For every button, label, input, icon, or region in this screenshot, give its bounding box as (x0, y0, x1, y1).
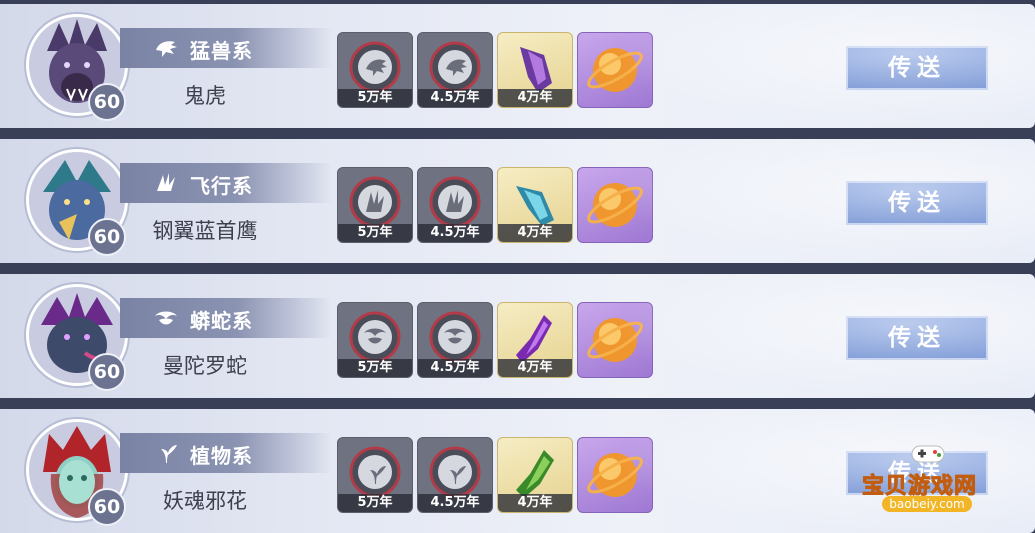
soul-orb-slot[interactable] (577, 167, 653, 243)
spirit-beast-name: 曼陀罗蛇 (163, 354, 247, 378)
spirit-beast-name: 钢翼蓝首鹰 (152, 219, 258, 243)
level-badge: 60 (88, 83, 126, 121)
soul-ring-slot-5w[interactable]: 5万年 (337, 32, 413, 108)
level-badge: 60 (88, 488, 126, 526)
soul-bone-slot-4w[interactable]: 4万年 (497, 167, 573, 243)
plant-sigil-icon (161, 445, 177, 463)
watermark-url: baobeiy.com (882, 496, 972, 512)
slot-label: 4万年 (498, 224, 572, 242)
beast-sigil-icon (156, 41, 177, 57)
slot-label: 4.5万年 (418, 359, 492, 377)
spirit-beast-name: 鬼虎 (184, 84, 226, 108)
orange-soul-orb-icon (587, 183, 643, 227)
soul-ring-slot-4-5w[interactable]: 4.5万年 (417, 302, 493, 378)
type-label: 蟒蛇系 (190, 309, 253, 333)
spirit-beast-name: 妖魂邪花 (163, 489, 247, 513)
soul-orb-slot[interactable] (577, 302, 653, 378)
slot-label: 4万年 (498, 359, 572, 377)
flying-row: 60 飞行系 钢翼蓝首鹰 5万年 4.5万年 4万年 传送 (0, 139, 1035, 263)
soul-bone-slot-4w[interactable]: 4万年 (497, 437, 573, 513)
teleport-button[interactable]: 传送 (846, 46, 988, 90)
slot-label: 5万年 (338, 494, 412, 512)
soul-ring-slot-4-5w[interactable]: 4.5万年 (417, 167, 493, 243)
soul-ring-slot-4-5w[interactable]: 4.5万年 (417, 32, 493, 108)
slot-label: 4.5万年 (418, 224, 492, 242)
soul-orb-slot[interactable] (577, 32, 653, 108)
orange-soul-orb-icon (587, 318, 643, 362)
teleport-button[interactable]: 传送 (846, 316, 988, 360)
type-label: 植物系 (190, 444, 253, 468)
level-badge: 60 (88, 218, 126, 256)
soul-orb-slot[interactable] (577, 437, 653, 513)
soul-ring-slot-5w[interactable]: 5万年 (337, 167, 413, 243)
slot-label: 4万年 (498, 494, 572, 512)
slot-label: 5万年 (338, 359, 412, 377)
type-banner: 蟒蛇系 (120, 298, 332, 338)
type-banner: 猛兽系 (120, 28, 332, 68)
slot-label: 5万年 (338, 89, 412, 107)
slot-label: 5万年 (338, 224, 412, 242)
soul-ring-slot-5w[interactable]: 5万年 (337, 437, 413, 513)
slot-label: 4万年 (498, 89, 572, 107)
soul-ring-slot-4-5w[interactable]: 4.5万年 (417, 437, 493, 513)
type-label: 猛兽系 (190, 39, 253, 63)
level-badge: 60 (88, 353, 126, 391)
orange-soul-orb-icon (587, 453, 643, 497)
slot-label: 4.5万年 (418, 494, 492, 512)
teleport-button[interactable]: 传送 (846, 181, 988, 225)
site-watermark: 宝贝游戏网 baobeiy.com (858, 445, 1008, 516)
soul-bone-slot-4w[interactable]: 4万年 (497, 32, 573, 108)
soul-ring-slot-5w[interactable]: 5万年 (337, 302, 413, 378)
gamepad-icon (911, 445, 945, 463)
serpent-sigil-icon (155, 311, 177, 325)
type-label: 飞行系 (190, 174, 253, 198)
type-banner: 飞行系 (120, 163, 332, 203)
serpent-row: 60 蟒蛇系 曼陀罗蛇 5万年 4.5万年 4万年 传送 (0, 274, 1035, 398)
beast-row: 60 猛兽系 鬼虎 5万年 4.5万年 4万年 传送 (0, 4, 1035, 128)
slot-label: 4.5万年 (418, 89, 492, 107)
soul-bone-slot-4w[interactable]: 4万年 (497, 302, 573, 378)
wing-sigil-icon (157, 173, 175, 191)
orange-soul-orb-icon (587, 48, 643, 92)
type-banner: 植物系 (120, 433, 332, 473)
